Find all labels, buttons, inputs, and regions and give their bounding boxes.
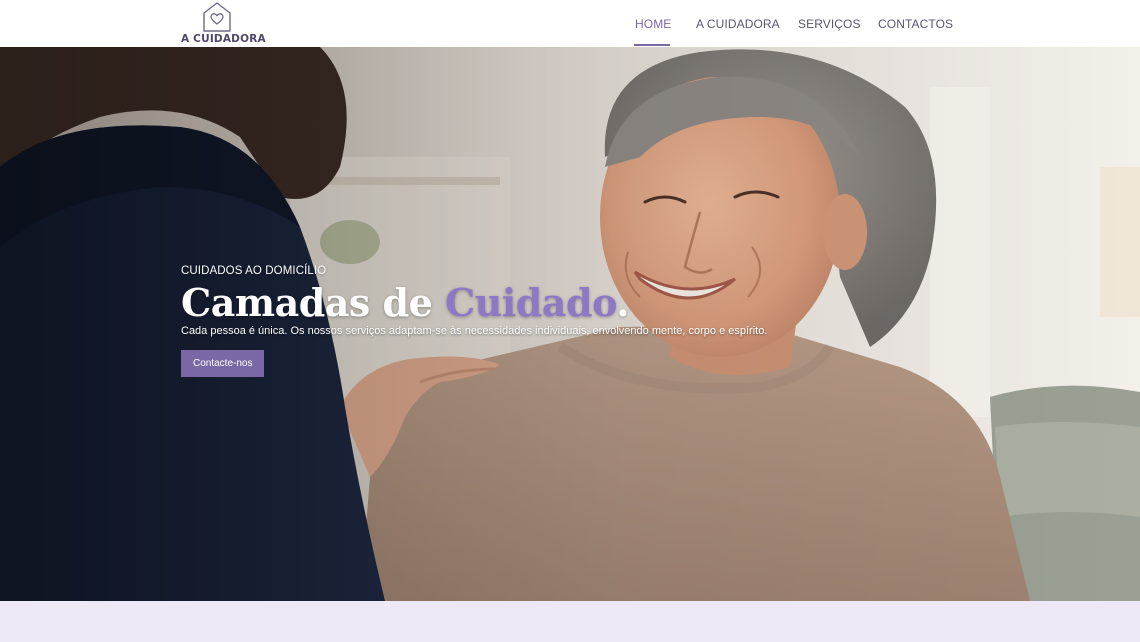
next-section-band (0, 601, 1140, 642)
contact-button[interactable]: Contacte-nos (181, 350, 265, 377)
hero-content: CUIDADOS AO DOMICÍLIO Camadas de Cuidado… (181, 265, 821, 377)
hero-eyebrow: CUIDADOS AO DOMICÍLIO (181, 265, 327, 277)
nav-servicos[interactable]: SERVIÇOS (798, 17, 861, 31)
main-nav: HOME A CUIDADORA SERVIÇOS CONTACTOS (0, 0, 1140, 47)
hero-subtitle: Cada pessoa é única. Os nossos serviços … (181, 325, 768, 337)
nav-active-indicator (634, 44, 670, 46)
headline-accent: Cuidado (445, 280, 617, 325)
hero-section: CUIDADOS AO DOMICÍLIO Camadas de Cuidado… (0, 47, 1140, 601)
headline-text: Camadas de (181, 280, 445, 325)
site-header: A CUIDADORA HOME A CUIDADORA SERVIÇOS CO… (0, 0, 1140, 47)
hero-headline: Camadas de Cuidado. (181, 281, 821, 325)
headline-period: . (616, 280, 629, 325)
nav-a-cuidadora[interactable]: A CUIDADORA (696, 17, 780, 31)
nav-contactos[interactable]: CONTACTOS (878, 17, 953, 31)
page: A CUIDADORA HOME A CUIDADORA SERVIÇOS CO… (0, 0, 1140, 642)
nav-home[interactable]: HOME (635, 17, 671, 31)
